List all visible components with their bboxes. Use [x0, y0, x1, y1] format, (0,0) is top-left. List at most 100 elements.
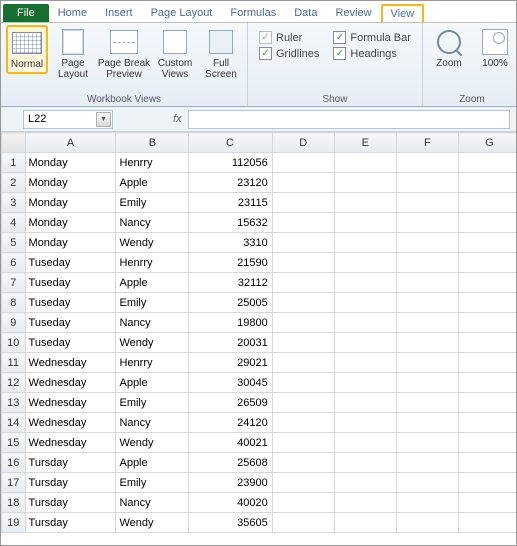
- cell[interactable]: [272, 173, 334, 193]
- tab-view[interactable]: View: [381, 4, 425, 22]
- row-header[interactable]: 13: [2, 393, 26, 413]
- cell[interactable]: Wednesday: [25, 373, 116, 393]
- cell[interactable]: [396, 333, 458, 353]
- cell[interactable]: Wednesday: [25, 413, 116, 433]
- cell[interactable]: [334, 413, 396, 433]
- cell[interactable]: 23120: [189, 173, 272, 193]
- cell[interactable]: 40021: [189, 433, 272, 453]
- cell[interactable]: [458, 513, 516, 533]
- cell[interactable]: Henrry: [116, 353, 189, 373]
- cell[interactable]: Monday: [25, 193, 116, 213]
- cell[interactable]: [458, 453, 516, 473]
- cell[interactable]: [334, 453, 396, 473]
- cell[interactable]: [272, 493, 334, 513]
- row-header[interactable]: 9: [2, 313, 26, 333]
- col-header[interactable]: B: [116, 133, 189, 153]
- row-header[interactable]: 2: [2, 173, 26, 193]
- cell[interactable]: [458, 213, 516, 233]
- cell[interactable]: Nancy: [116, 213, 189, 233]
- cell[interactable]: 3310: [189, 233, 272, 253]
- cell[interactable]: [396, 293, 458, 313]
- cell[interactable]: [458, 373, 516, 393]
- cell[interactable]: [334, 493, 396, 513]
- cell[interactable]: Tursday: [25, 493, 116, 513]
- cell[interactable]: 15632: [189, 213, 272, 233]
- cell[interactable]: [458, 193, 516, 213]
- cell[interactable]: [458, 353, 516, 373]
- cell[interactable]: 30045: [189, 373, 272, 393]
- cell[interactable]: [458, 153, 516, 173]
- cell[interactable]: [396, 393, 458, 413]
- cell[interactable]: [272, 353, 334, 373]
- cell[interactable]: Henrry: [116, 253, 189, 273]
- cell[interactable]: Monday: [25, 173, 116, 193]
- cell[interactable]: [334, 393, 396, 413]
- row-header[interactable]: 5: [2, 233, 26, 253]
- cell[interactable]: [458, 253, 516, 273]
- cell[interactable]: Tuseday: [25, 293, 116, 313]
- cell[interactable]: 32112: [189, 273, 272, 293]
- cell[interactable]: 23900: [189, 473, 272, 493]
- cell[interactable]: 24120: [189, 413, 272, 433]
- cell[interactable]: 25005: [189, 293, 272, 313]
- cell[interactable]: [396, 453, 458, 473]
- cell[interactable]: [396, 193, 458, 213]
- row-header[interactable]: 12: [2, 373, 26, 393]
- row-header[interactable]: 14: [2, 413, 26, 433]
- cell[interactable]: Apple: [116, 373, 189, 393]
- cell[interactable]: Monday: [25, 213, 116, 233]
- cell[interactable]: [458, 233, 516, 253]
- cell[interactable]: [396, 433, 458, 453]
- cell[interactable]: [458, 433, 516, 453]
- col-header[interactable]: A: [25, 133, 116, 153]
- cell[interactable]: Apple: [116, 173, 189, 193]
- cell[interactable]: [272, 393, 334, 413]
- cell[interactable]: 19800: [189, 313, 272, 333]
- cell[interactable]: [396, 153, 458, 173]
- cell[interactable]: [396, 353, 458, 373]
- file-tab[interactable]: File: [3, 4, 49, 22]
- cell[interactable]: Tursday: [25, 513, 116, 533]
- row-header[interactable]: 7: [2, 273, 26, 293]
- cell[interactable]: 29021: [189, 353, 272, 373]
- cell[interactable]: [334, 233, 396, 253]
- cell[interactable]: [458, 393, 516, 413]
- cell[interactable]: Nancy: [116, 493, 189, 513]
- cell[interactable]: [272, 213, 334, 233]
- row-header[interactable]: 4: [2, 213, 26, 233]
- cell[interactable]: [272, 513, 334, 533]
- fx-label[interactable]: fx: [173, 113, 182, 125]
- cell[interactable]: Tursday: [25, 453, 116, 473]
- cell[interactable]: [334, 253, 396, 273]
- cell[interactable]: Monday: [25, 233, 116, 253]
- gridlines-checkbox[interactable]: ✓Gridlines: [259, 47, 319, 60]
- cell[interactable]: [272, 333, 334, 353]
- cell[interactable]: Nancy: [116, 413, 189, 433]
- tab-formulas[interactable]: Formulas: [221, 4, 285, 22]
- zoom-button[interactable]: Zoom: [428, 25, 470, 72]
- cell[interactable]: Apple: [116, 453, 189, 473]
- name-box[interactable]: L22 ▼: [23, 110, 113, 129]
- cell[interactable]: [334, 153, 396, 173]
- cell[interactable]: 21590: [189, 253, 272, 273]
- name-box-dropdown[interactable]: ▼: [96, 112, 111, 127]
- cell[interactable]: [272, 413, 334, 433]
- cell[interactable]: Monday: [25, 153, 116, 173]
- cell[interactable]: [272, 253, 334, 273]
- cell[interactable]: 25608: [189, 453, 272, 473]
- cell[interactable]: [396, 513, 458, 533]
- cell[interactable]: Wednesday: [25, 393, 116, 413]
- cell[interactable]: [272, 153, 334, 173]
- cell[interactable]: [334, 293, 396, 313]
- cell[interactable]: [334, 213, 396, 233]
- cell[interactable]: [396, 173, 458, 193]
- formula-bar-checkbox[interactable]: ✓Formula Bar: [333, 31, 411, 44]
- cell[interactable]: Wendy: [116, 333, 189, 353]
- row-header[interactable]: 1: [2, 153, 26, 173]
- row-header[interactable]: 15: [2, 433, 26, 453]
- cell[interactable]: Wendy: [116, 433, 189, 453]
- cell[interactable]: Apple: [116, 273, 189, 293]
- cell[interactable]: Tuseday: [25, 313, 116, 333]
- col-header[interactable]: F: [396, 133, 458, 153]
- row-header[interactable]: 17: [2, 473, 26, 493]
